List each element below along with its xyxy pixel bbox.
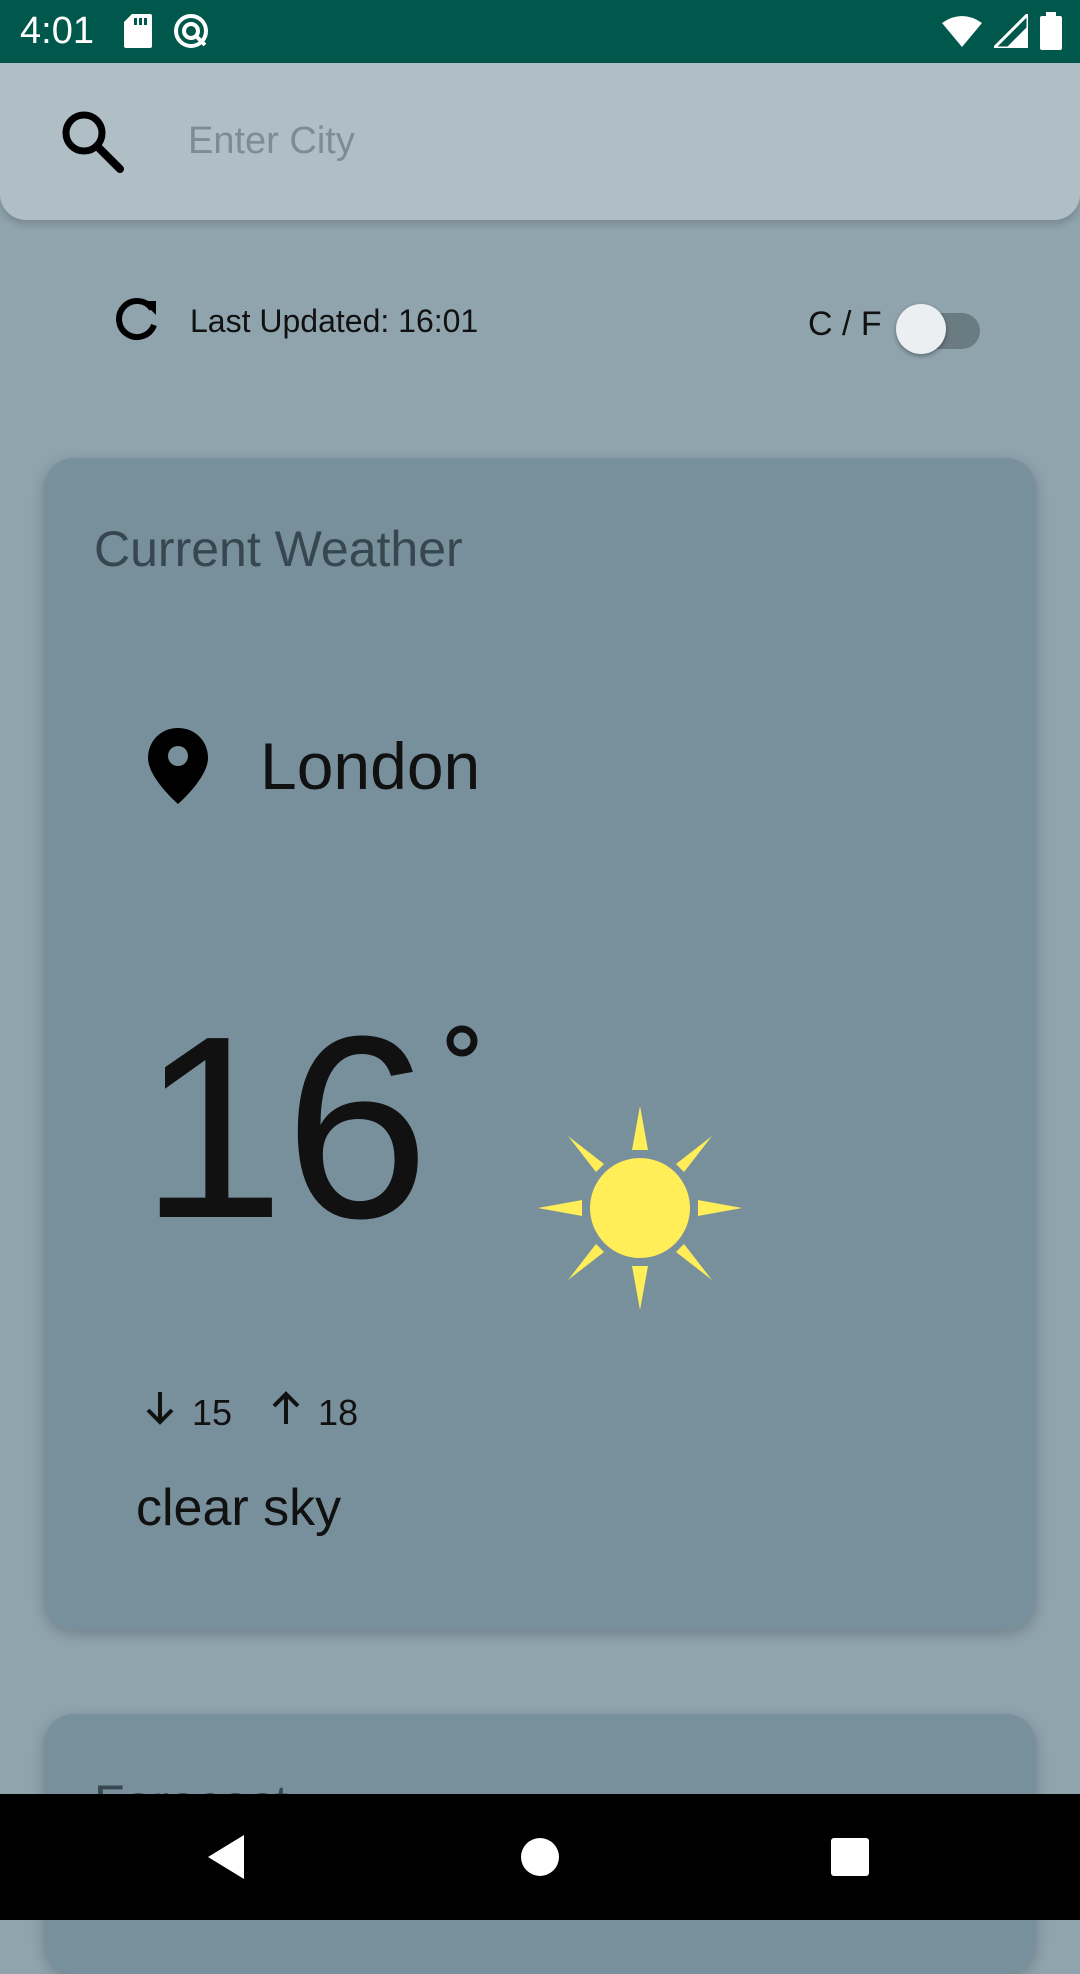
city-name: London [260, 729, 481, 803]
refresh-icon[interactable] [110, 295, 162, 347]
sun-icon [520, 1088, 760, 1328]
battery-icon [1040, 12, 1062, 55]
min-temperature: 15 [192, 1391, 233, 1433]
last-updated-text: Last Updated: 16:01 [190, 302, 479, 339]
degree-icon [444, 1023, 480, 1059]
search-input[interactable] [188, 109, 1028, 173]
sd-card-icon [124, 14, 152, 53]
status-time: 4:01 [20, 10, 94, 52]
update-row: Last Updated: 16:01 [110, 290, 478, 352]
unit-toggle-label: C / F [808, 304, 882, 343]
arrow-down-icon [140, 1388, 180, 1437]
search-icon[interactable] [58, 107, 128, 177]
unit-toggle: C / F [808, 298, 982, 354]
location-row: London [148, 728, 480, 804]
temperature-value: 16 [140, 983, 430, 1273]
home-button-icon[interactable] [510, 1827, 570, 1887]
location-pin-icon [148, 728, 208, 804]
max-temperature: 18 [318, 1391, 359, 1433]
arrow-up-icon [266, 1388, 306, 1437]
search-bar [0, 63, 1080, 220]
current-weather-card: Current Weather London 16 15 18 clear sk… [44, 458, 1036, 1630]
status-left-icons [124, 12, 210, 55]
navigation-bar [0, 1794, 1080, 1920]
unit-switch[interactable] [895, 298, 982, 354]
wifi-icon [942, 15, 982, 52]
status-bar: 4:01 [0, 0, 1080, 63]
temperature-block: 16 [140, 998, 429, 1258]
recents-button-icon[interactable] [820, 1827, 880, 1887]
switch-thumb [895, 304, 946, 354]
min-max-row: 15 18 [140, 1388, 358, 1437]
back-button-icon[interactable] [200, 1827, 260, 1887]
sync-icon [172, 12, 210, 55]
signal-icon [990, 10, 1030, 53]
weather-description: clear sky [136, 1479, 342, 1537]
card-title: Current Weather [94, 521, 463, 577]
status-right-icons [942, 10, 1062, 55]
